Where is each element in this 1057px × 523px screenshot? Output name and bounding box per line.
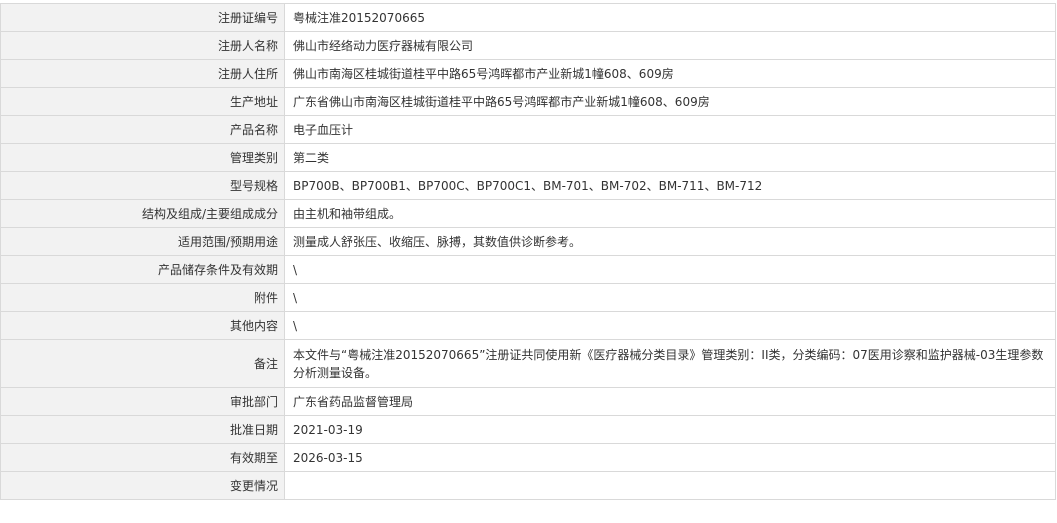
field-value-approval-date: 2021-03-19: [284, 415, 1056, 444]
field-label-valid-until: 有效期至: [0, 443, 285, 472]
field-value-registrant-address: 佛山市南海区桂城街道桂平中路65号鸿晖都市产业新城1幢608、609房: [284, 59, 1056, 88]
table-row: 注册人住所 佛山市南海区桂城街道桂平中路65号鸿晖都市产业新城1幢608、609…: [0, 59, 1056, 88]
field-value-storage-conditions: \: [284, 255, 1056, 284]
field-value-registrant-name: 佛山市经络动力医疗器械有限公司: [284, 31, 1056, 60]
table-row: 注册人名称 佛山市经络动力医疗器械有限公司: [0, 31, 1056, 60]
field-value-management-category: 第二类: [284, 143, 1056, 172]
table-row: 产品名称 电子血压计: [0, 115, 1056, 144]
table-row: 审批部门 广东省药品监督管理局: [0, 387, 1056, 416]
field-value-model-spec: BP700B、BP700B1、BP700C、BP700C1、BM-701、BM-…: [284, 171, 1056, 200]
table-row: 附件 \: [0, 283, 1056, 312]
table-row: 注册证编号 粤械注准20152070665: [0, 3, 1056, 32]
table-row: 有效期至 2026-03-15: [0, 443, 1056, 472]
table-row: 管理类别 第二类: [0, 143, 1056, 172]
field-value-registration-number: 粤械注准20152070665: [284, 3, 1056, 32]
table-row: 批准日期 2021-03-19: [0, 415, 1056, 444]
field-value-approval-department: 广东省药品监督管理局: [284, 387, 1056, 416]
field-label-management-category: 管理类别: [0, 143, 285, 172]
table-row: 变更情况: [0, 471, 1056, 500]
table-row: 型号规格 BP700B、BP700B1、BP700C、BP700C1、BM-70…: [0, 171, 1056, 200]
table-row: 其他内容 \: [0, 311, 1056, 340]
table-row: 适用范围/预期用途 测量成人舒张压、收缩压、脉搏，其数值供诊断参考。: [0, 227, 1056, 256]
table-row: 结构及组成/主要组成成分 由主机和袖带组成。: [0, 199, 1056, 228]
field-label-registrant-address: 注册人住所: [0, 59, 285, 88]
field-value-attachment: \: [284, 283, 1056, 312]
field-value-valid-until: 2026-03-15: [284, 443, 1056, 472]
table-row: 产品储存条件及有效期 \: [0, 255, 1056, 284]
field-label-approval-department: 审批部门: [0, 387, 285, 416]
field-label-registrant-name: 注册人名称: [0, 31, 285, 60]
field-value-structure-composition: 由主机和袖带组成。: [284, 199, 1056, 228]
field-value-product-name: 电子血压计: [284, 115, 1056, 144]
field-label-attachment: 附件: [0, 283, 285, 312]
field-value-other-content: \: [284, 311, 1056, 340]
table-row: 备注 本文件与“粤械注准20152070665”注册证共同使用新《医疗器械分类目…: [0, 339, 1056, 388]
field-value-intended-use: 测量成人舒张压、收缩压、脉搏，其数值供诊断参考。: [284, 227, 1056, 256]
field-label-approval-date: 批准日期: [0, 415, 285, 444]
field-value-production-address: 广东省佛山市南海区桂城街道桂平中路65号鸿晖都市产业新城1幢608、609房: [284, 87, 1056, 116]
table-row: 生产地址 广东省佛山市南海区桂城街道桂平中路65号鸿晖都市产业新城1幢608、6…: [0, 87, 1056, 116]
field-label-change-history: 变更情况: [0, 471, 285, 500]
field-label-other-content: 其他内容: [0, 311, 285, 340]
field-label-model-spec: 型号规格: [0, 171, 285, 200]
field-label-remarks: 备注: [0, 339, 285, 388]
field-label-product-name: 产品名称: [0, 115, 285, 144]
field-value-change-history: [284, 471, 1056, 500]
field-value-remarks: 本文件与“粤械注准20152070665”注册证共同使用新《医疗器械分类目录》管…: [284, 339, 1056, 388]
field-label-registration-number: 注册证编号: [0, 3, 285, 32]
field-label-structure-composition: 结构及组成/主要组成成分: [0, 199, 285, 228]
field-label-production-address: 生产地址: [0, 87, 285, 116]
field-label-intended-use: 适用范围/预期用途: [0, 227, 285, 256]
field-label-storage-conditions: 产品储存条件及有效期: [0, 255, 285, 284]
registration-detail-table: 注册证编号 粤械注准20152070665 注册人名称 佛山市经络动力医疗器械有…: [0, 3, 1056, 500]
